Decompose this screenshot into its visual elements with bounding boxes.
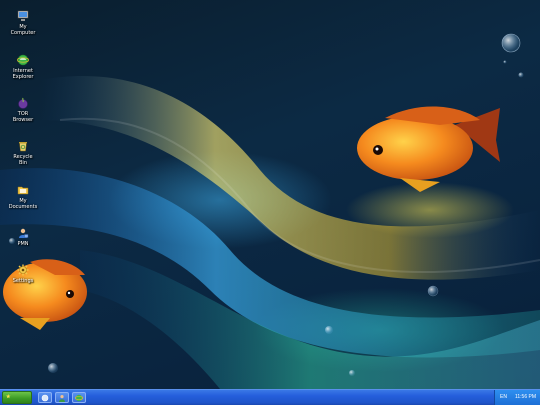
wallpaper: [0, 33, 540, 389]
desktop-icon-internet-explorer[interactable]: Internet Explorer: [4, 54, 42, 80]
desktop-icon-tor-browser[interactable]: TOR Browser: [4, 97, 42, 123]
internet-explorer-icon: [17, 54, 29, 66]
desktop[interactable]: My Computer Internet Explorer TOR Browse…: [0, 0, 540, 389]
start-button[interactable]: ★: [2, 391, 32, 404]
language-indicator[interactable]: EN: [500, 390, 507, 405]
internet-explorer-icon: [75, 394, 83, 402]
desktop-icon-label: Internet Explorer: [12, 68, 34, 80]
user-icon: [59, 395, 65, 402]
quick-launch-internet-explorer[interactable]: [72, 392, 86, 403]
quick-launch-user[interactable]: [55, 392, 69, 403]
user-network-icon: [19, 228, 29, 238]
desktop-icon-settings[interactable]: Settings: [4, 264, 42, 284]
quick-launch-show-desktop[interactable]: [38, 392, 52, 403]
desktop-icon-label: TOR Browser: [12, 111, 34, 123]
computer-icon: [17, 10, 29, 21]
folder-icon: [17, 186, 29, 195]
taskbar: ★ EN 11:56 PM: [0, 389, 540, 405]
star-icon: ★: [6, 394, 11, 400]
desktop-icon-label: Settings: [12, 278, 34, 284]
tor-browser-icon: [18, 97, 28, 109]
recycle-bin-icon: [19, 142, 27, 152]
system-tray: EN 11:56 PM: [494, 390, 540, 405]
desktop-icon-label: Recycle Bin: [13, 154, 33, 166]
fish-right: [357, 106, 500, 192]
clock[interactable]: 11:56 PM: [515, 390, 536, 405]
desktop-icon-my-computer[interactable]: My Computer: [4, 10, 42, 36]
desktop-icon-label: PMN: [17, 241, 29, 247]
desktop-icon-label: My Documents: [8, 198, 38, 210]
desktop-icon-pmn[interactable]: PMN: [4, 227, 42, 247]
gear-icon: [17, 264, 29, 276]
blue-circle-icon: [41, 394, 49, 402]
desktop-icon-my-documents[interactable]: My Documents: [4, 184, 42, 210]
desktop-icon-recycle-bin[interactable]: Recycle Bin: [4, 140, 42, 166]
desktop-icon-label: My Computer: [10, 24, 36, 36]
